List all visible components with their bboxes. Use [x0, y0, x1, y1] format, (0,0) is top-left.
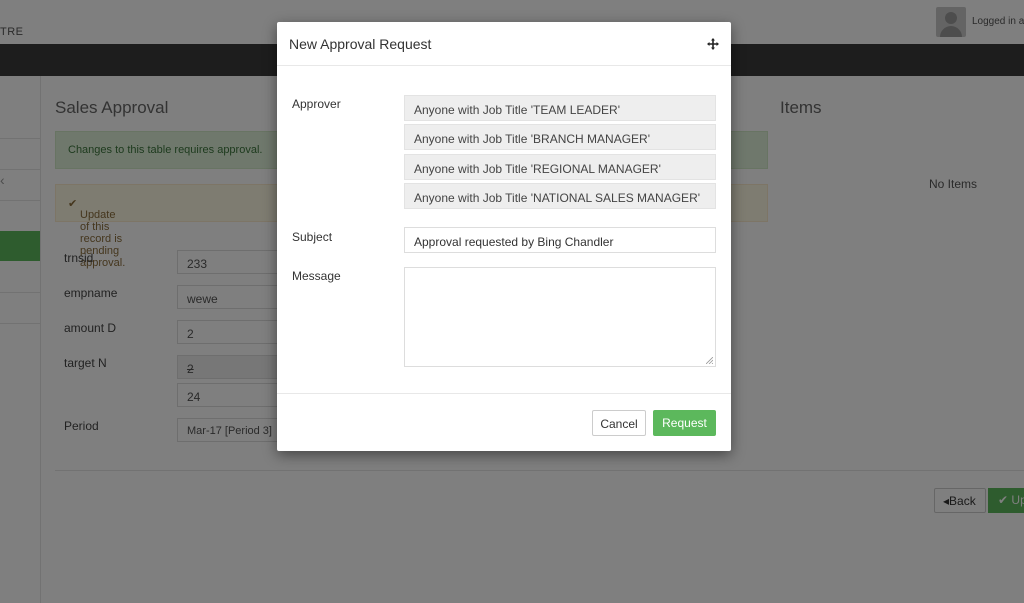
- approver-option[interactable]: Anyone with Job Title 'REGIONAL MANAGER': [404, 154, 716, 180]
- resize-grip-icon[interactable]: [706, 357, 713, 364]
- approver-option[interactable]: Anyone with Job Title 'BRANCH MANAGER': [404, 124, 716, 150]
- approver-option[interactable]: Anyone with Job Title 'TEAM LEADER': [404, 95, 716, 121]
- approver-option[interactable]: Anyone with Job Title 'NATIONAL SALES MA…: [404, 183, 716, 209]
- modal-header: New Approval Request: [277, 22, 731, 66]
- approval-request-modal: New Approval Request Approver Anyone wit…: [277, 22, 731, 451]
- modal-footer: Cancel Request: [277, 393, 731, 452]
- subject-input[interactable]: Approval requested by Bing Chandler: [404, 227, 716, 253]
- cancel-button[interactable]: Cancel: [592, 410, 646, 436]
- request-button[interactable]: Request: [653, 410, 716, 436]
- approver-label: Approver: [292, 97, 341, 111]
- move-icon[interactable]: [707, 38, 719, 50]
- message-label: Message: [292, 269, 341, 283]
- modal-title: New Approval Request: [289, 36, 432, 52]
- subject-label: Subject: [292, 230, 333, 244]
- message-textarea[interactable]: [404, 267, 716, 367]
